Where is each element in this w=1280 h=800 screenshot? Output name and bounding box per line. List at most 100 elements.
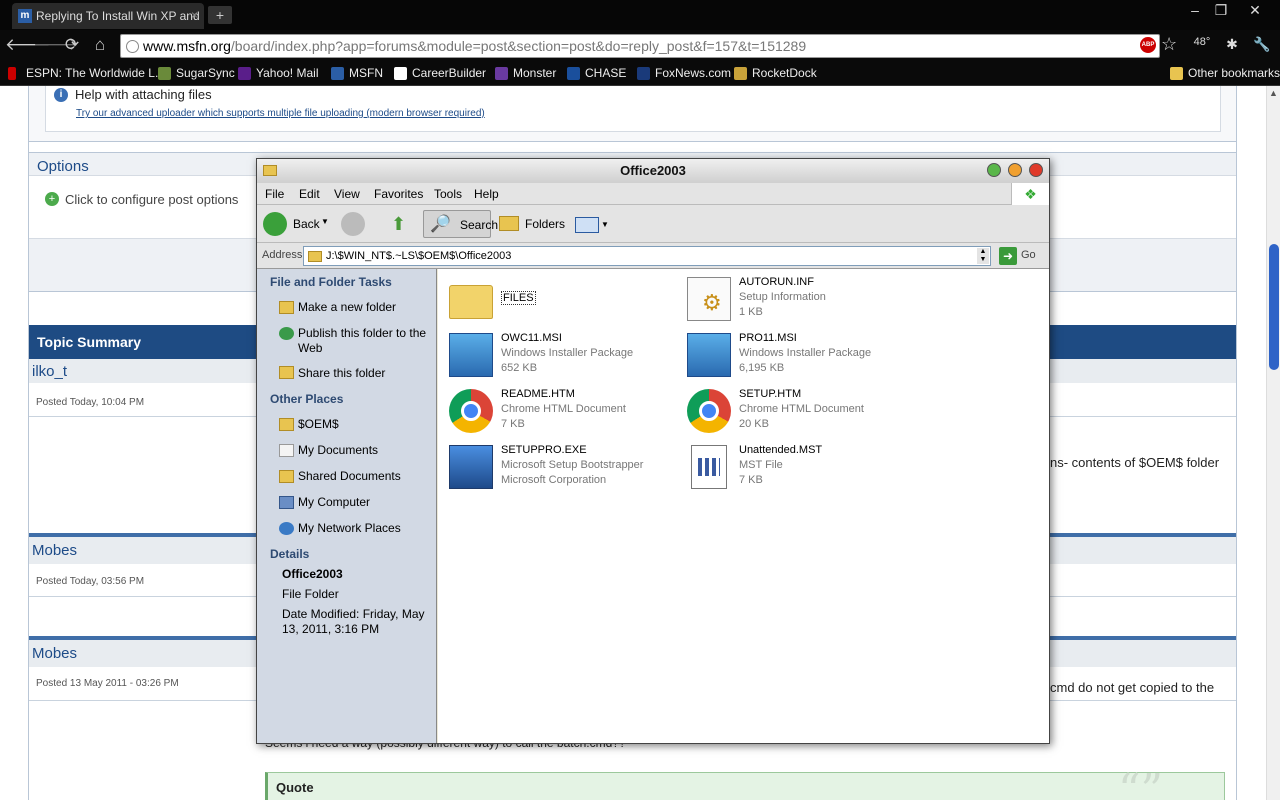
views-dropdown-icon[interactable]: ▼ [601,220,609,229]
tab-title: Replying To Install Win XP and [36,9,200,23]
weather-icon[interactable]: 48° [1192,36,1212,48]
go-button[interactable]: Go [1021,249,1036,261]
scroll-up-icon[interactable]: ▲ [1269,88,1278,98]
menu-file[interactable]: File [265,187,284,201]
home-icon[interactable]: ⌂ [89,35,111,55]
details-title: Details [270,547,310,561]
minimize-button[interactable]: – [1182,2,1208,18]
up-folder-icon[interactable]: ⬆ [391,214,406,235]
post-username[interactable]: Mobes [32,542,77,559]
forward-arrow-icon[interactable] [341,212,365,236]
place-my-computer[interactable]: My Computer [298,495,433,510]
bookmark-label: MSFN [349,66,383,80]
bookmark-label: Other bookmarks [1188,66,1280,80]
close-button[interactable] [1029,163,1043,177]
chrome-icon [687,389,731,433]
place-oem[interactable]: $OEM$ [298,417,433,432]
place-network[interactable]: My Network Places [298,521,433,536]
menu-edit[interactable]: Edit [299,187,320,201]
new-folder-icon [279,301,294,314]
plus-icon: + [45,192,59,206]
browser-tab[interactable]: m Replying To Install Win XP and × [12,3,204,29]
quote-box: Quote “” [265,765,1225,800]
page-scrollbar[interactable]: ▲ [1266,86,1280,800]
bookmark-careerbuilder[interactable]: CareerBuilder [394,66,486,80]
explorer-title-bar[interactable]: Office2003 [257,159,1049,183]
file-item[interactable]: PRO11.MSI Windows Installer Package 6,19… [681,329,911,381]
close-window-button[interactable]: ✕ [1242,2,1268,19]
address-dropdown-icon[interactable]: ▲ ▼ [977,248,989,264]
file-item[interactable]: ⚙ AUTORUN.INF Setup Information 1 KB [681,273,911,325]
file-size: 1 KB [739,306,763,318]
menu-view[interactable]: View [334,187,360,201]
other-bookmarks[interactable]: Other bookmarks [1170,66,1280,80]
bookmark-label: CareerBuilder [412,66,487,80]
maximize-button[interactable] [987,163,1001,177]
bookmark-rocketdock[interactable]: RocketDock [734,66,817,80]
back-button[interactable]: Back ▼ [263,210,335,238]
new-tab-button[interactable]: + [208,6,232,24]
file-type: Setup Information [739,291,826,303]
folders-button[interactable]: Folders [497,210,565,238]
globe-icon [126,40,139,53]
address-input[interactable]: J:\$WIN_NT$.~LS\$OEM$\Office2003 ▲ ▼ [303,246,991,266]
file-item[interactable]: README.HTM Chrome HTML Document 7 KB [443,385,673,437]
back-icon[interactable]: 🡐 [5,35,51,55]
bookmark-msfn[interactable]: MSFN [331,66,383,80]
dropdown-arrow-icon: ▼ [321,217,329,226]
menu-favorites[interactable]: Favorites [374,187,423,201]
file-type: MST File [739,459,783,471]
adblock-icon[interactable]: ABP [1140,37,1156,53]
post-username[interactable]: ilko_t [32,363,67,380]
menu-tools[interactable]: Tools [434,187,462,201]
file-item[interactable]: SETUPPRO.EXE Microsoft Setup Bootstrappe… [443,441,673,493]
menu-help[interactable]: Help [474,187,499,201]
configure-options-link[interactable]: Click to configure post options [65,192,238,207]
maximize-button[interactable]: ❐ [1208,2,1234,19]
file-item[interactable]: Unattended.MST MST File 7 KB [681,441,911,493]
reload-icon[interactable]: ⟳ [61,35,83,55]
quote-mark-icon: “” [1118,765,1163,800]
task-share-folder[interactable]: Share this folder [298,366,433,381]
file-item[interactable]: OWC11.MSI Windows Installer Package 652 … [443,329,673,381]
bookmark-sugarsync[interactable]: SugarSync [158,66,235,80]
post-username[interactable]: Mobes [32,645,77,662]
task-new-folder[interactable]: Make a new folder [298,300,433,315]
url-bar[interactable]: www.msfn.org/board/index.php?app=forums&… [120,34,1160,58]
bookmark-espn[interactable]: ESPN: The Worldwide L... [8,66,165,80]
file-type: Chrome HTML Document [739,403,864,415]
file-name: README.HTM [501,388,575,400]
sugarsync-icon [158,67,171,80]
folder-icon [279,418,294,431]
place-my-documents[interactable]: My Documents [298,443,433,458]
post-date: Posted Today, 03:56 PM [36,576,145,587]
task-publish-web[interactable]: Publish this folder to the Web [298,326,433,356]
scrollbar-thumb[interactable] [1269,244,1279,370]
bookmark-star-icon[interactable]: ☆ [1161,34,1177,55]
bookmark-label: SugarSync [176,66,235,80]
bookmark-chase[interactable]: CHASE [567,66,626,80]
tab-close-icon[interactable]: × [191,8,198,22]
minimize-button[interactable] [1008,163,1022,177]
wrench-icon[interactable]: 🔧 [1252,36,1272,53]
bookmark-yahoo-mail[interactable]: Yahoo! Mail [238,66,318,80]
back-arrow-icon [263,212,287,236]
file-type: Windows Installer Package [501,347,634,359]
extension-icon[interactable]: ✱ [1222,36,1242,53]
bookmark-foxnews[interactable]: FoxNews.com [637,66,731,80]
search-button[interactable]: 🔎 Search [423,210,498,238]
forward-icon[interactable]: 🡒 [33,35,79,55]
advanced-uploader-link[interactable]: Try our advanced uploader which supports… [76,108,485,119]
go-arrow-icon[interactable]: ➜ [999,247,1017,265]
bookmarks-bar: ESPN: The Worldwide L... SugarSync Yahoo… [0,62,1280,86]
place-shared-documents[interactable]: Shared Documents [298,469,433,484]
file-item[interactable]: SETUP.HTM Chrome HTML Document 20 KB [681,385,911,437]
bookmark-monster[interactable]: Monster [495,66,556,80]
yahoo-icon [238,67,251,80]
file-item[interactable]: FILES [443,273,673,325]
msfn-favicon: m [18,9,32,23]
folder-icon [263,165,277,176]
views-icon[interactable] [575,217,599,233]
file-size: 20 KB [739,418,769,430]
espn-icon [8,67,16,80]
